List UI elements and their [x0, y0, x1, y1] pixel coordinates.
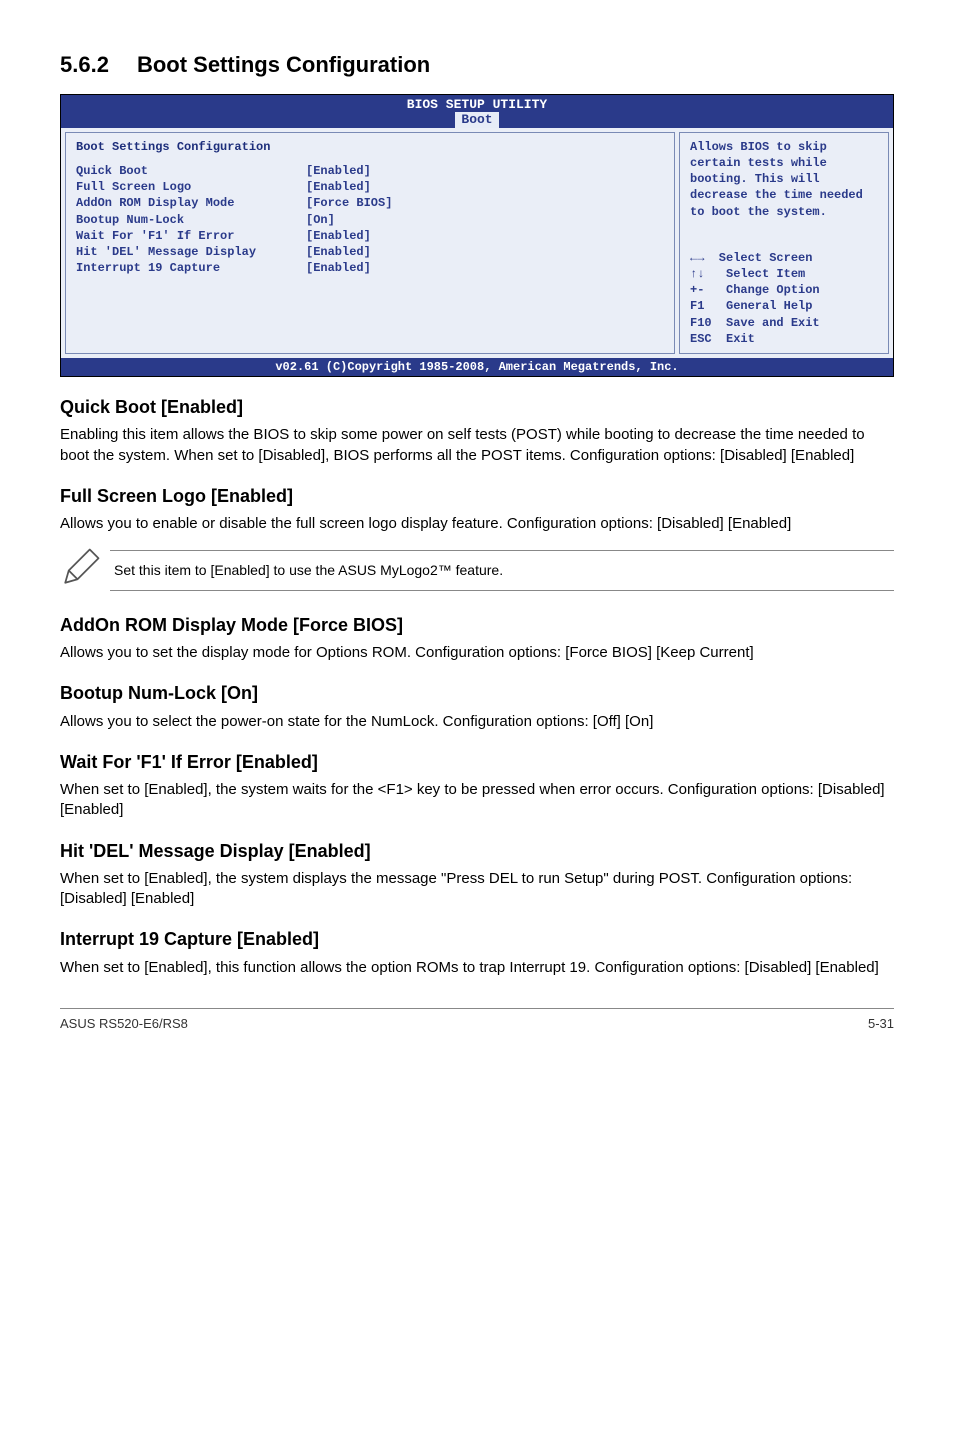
bios-key: Wait For 'F1' If Error — [76, 228, 306, 244]
bios-right-panel: Allows BIOS to skip certain tests while … — [679, 132, 889, 354]
bios-value: [Enabled] — [306, 163, 371, 179]
section-number: 5.6.2 — [60, 50, 109, 80]
bios-nav-line: F1 General Help — [690, 298, 878, 314]
bios-panel-title: Boot Settings Configuration — [76, 139, 664, 155]
heading-full-screen-logo: Full Screen Logo [Enabled] — [60, 484, 894, 508]
note-block: Set this item to [Enabled] to use the AS… — [60, 546, 894, 594]
page-footer: ASUS RS520-E6/RS8 5-31 — [60, 1008, 894, 1033]
bios-key: Interrupt 19 Capture — [76, 260, 306, 276]
heading-int19: Interrupt 19 Capture [Enabled] — [60, 927, 894, 951]
bios-key: Full Screen Logo — [76, 179, 306, 195]
bios-row: Wait For 'F1' If Error[Enabled] — [76, 228, 664, 244]
bios-screenshot: BIOS SETUP UTILITY Boot Boot Settings Co… — [60, 94, 894, 377]
bios-value: [On] — [306, 212, 335, 228]
bios-footer: v02.61 (C)Copyright 1985-2008, American … — [61, 358, 893, 376]
paragraph: Allows you to enable or disable the full… — [60, 514, 894, 534]
heading-addon-rom: AddOn ROM Display Mode [Force BIOS] — [60, 613, 894, 637]
paragraph: Allows you to select the power-on state … — [60, 712, 894, 732]
bios-nav-line: ↑↓ Select Item — [690, 266, 878, 282]
bios-tab-boot: Boot — [455, 112, 498, 128]
bios-key: Quick Boot — [76, 163, 306, 179]
paragraph: When set to [Enabled], the system displa… — [60, 869, 894, 910]
bios-header-title: BIOS SETUP UTILITY — [61, 97, 893, 113]
bios-left-panel: Boot Settings Configuration Quick Boot[E… — [65, 132, 675, 354]
bios-value: [Force BIOS] — [306, 195, 392, 211]
bios-value: [Enabled] — [306, 179, 371, 195]
paragraph: When set to [Enabled], this function all… — [60, 958, 894, 978]
heading-hit-del: Hit 'DEL' Message Display [Enabled] — [60, 839, 894, 863]
bios-key: Hit 'DEL' Message Display — [76, 244, 306, 260]
section-heading: 5.6.2 Boot Settings Configuration — [60, 50, 894, 80]
heading-quick-boot: Quick Boot [Enabled] — [60, 395, 894, 419]
bios-value: [Enabled] — [306, 244, 371, 260]
bios-row: Bootup Num-Lock[On] — [76, 212, 664, 228]
bios-key: AddOn ROM Display Mode — [76, 195, 306, 211]
bios-row: Interrupt 19 Capture[Enabled] — [76, 260, 664, 276]
pencil-icon — [60, 546, 110, 594]
bios-nav-line: ESC Exit — [690, 331, 878, 347]
note-text: Set this item to [Enabled] to use the AS… — [110, 550, 894, 591]
bios-row: Quick Boot[Enabled] — [76, 163, 664, 179]
heading-wait-f1: Wait For 'F1' If Error [Enabled] — [60, 750, 894, 774]
bios-nav-line: ←→ Select Screen — [690, 250, 878, 266]
paragraph: Allows you to set the display mode for O… — [60, 643, 894, 663]
footer-left: ASUS RS520-E6/RS8 — [60, 1015, 188, 1033]
paragraph: Enabling this item allows the BIOS to sk… — [60, 425, 894, 466]
heading-numlock: Bootup Num-Lock [On] — [60, 681, 894, 705]
bios-row: AddOn ROM Display Mode[Force BIOS] — [76, 195, 664, 211]
bios-value: [Enabled] — [306, 228, 371, 244]
bios-nav-line: F10 Save and Exit — [690, 315, 878, 331]
bios-nav-hints: ←→ Select Screen ↑↓ Select Item +- Chang… — [690, 250, 878, 347]
bios-value: [Enabled] — [306, 260, 371, 276]
bios-header: BIOS SETUP UTILITY Boot — [61, 95, 893, 128]
bios-row: Full Screen Logo[Enabled] — [76, 179, 664, 195]
section-title: Boot Settings Configuration — [137, 52, 430, 77]
bios-nav-line: +- Change Option — [690, 282, 878, 298]
footer-right: 5-31 — [868, 1015, 894, 1033]
paragraph: When set to [Enabled], the system waits … — [60, 780, 894, 821]
bios-help-text: Allows BIOS to skip certain tests while … — [690, 139, 878, 220]
bios-key: Bootup Num-Lock — [76, 212, 306, 228]
bios-row: Hit 'DEL' Message Display[Enabled] — [76, 244, 664, 260]
